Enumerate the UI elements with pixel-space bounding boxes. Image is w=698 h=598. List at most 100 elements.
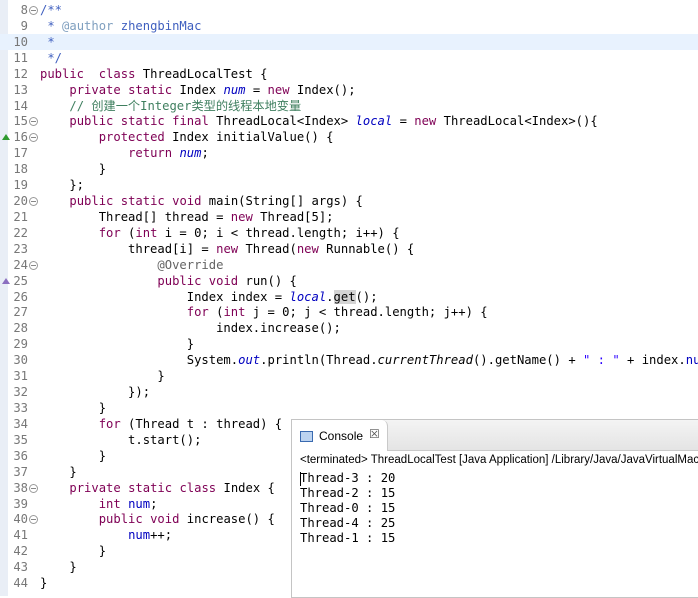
code-token: int bbox=[223, 305, 246, 320]
code-line[interactable]: 16 protected Index initialValue() { bbox=[0, 129, 698, 145]
code-text: * @author zhengbinMac bbox=[40, 18, 201, 34]
line-number: 20 bbox=[13, 194, 28, 209]
code-line[interactable]: 18 } bbox=[0, 161, 698, 177]
fold-toggle-icon[interactable] bbox=[29, 515, 38, 525]
code-line[interactable]: 22 for (int i = 0; i < thread.length; i+… bbox=[0, 225, 698, 241]
fold-toggle-icon[interactable] bbox=[29, 260, 38, 270]
code-text: Thread[] thread = new Thread[5]; bbox=[40, 209, 334, 225]
code-token: public bbox=[40, 66, 85, 81]
code-line[interactable]: 28 index.increase(); bbox=[0, 320, 698, 336]
code-token: t.start(); bbox=[40, 432, 202, 447]
code-token: .println(Thread. bbox=[260, 353, 378, 368]
code-token: void bbox=[150, 512, 180, 527]
code-line[interactable]: 27 for (int j = 0; j < thread.length; j+… bbox=[0, 304, 698, 320]
code-line[interactable]: 21 Thread[] thread = new Thread[5]; bbox=[0, 209, 698, 225]
code-token: for bbox=[186, 305, 209, 320]
fold-toggle-icon[interactable] bbox=[29, 133, 38, 143]
code-text: // 创建一个Integer类型的线程本地变量 bbox=[40, 98, 301, 114]
code-token: private bbox=[69, 480, 121, 495]
code-line[interactable]: 26 Index index = local.get(); bbox=[0, 289, 698, 305]
line-number: 22 bbox=[13, 225, 28, 240]
code-text: private static class Index { bbox=[40, 480, 274, 496]
code-line[interactable]: 31 } bbox=[0, 368, 698, 384]
code-line[interactable]: 25 public void run() { bbox=[0, 273, 698, 289]
console-view[interactable]: Console ☒ <terminated> ThreadLocalTest [… bbox=[291, 419, 698, 598]
code-token: new bbox=[230, 209, 253, 224]
fold-toggle-icon[interactable] bbox=[29, 117, 38, 127]
code-line[interactable]: 15 public static final ThreadLocal<Index… bbox=[0, 113, 698, 129]
code-line[interactable]: 23 thread[i] = new Thread(new Runnable()… bbox=[0, 241, 698, 257]
code-line[interactable]: 29 } bbox=[0, 336, 698, 352]
code-line[interactable]: 17 return num; bbox=[0, 145, 698, 161]
code-line[interactable]: 14 // 创建一个Integer类型的线程本地变量 bbox=[0, 98, 698, 114]
code-line[interactable]: 24 @Override bbox=[0, 257, 698, 273]
line-number: 40 bbox=[13, 512, 28, 527]
close-icon[interactable]: ☒ bbox=[369, 427, 380, 441]
code-text: } bbox=[40, 368, 165, 384]
line-number: 24 bbox=[13, 257, 28, 272]
code-token: zhengbinMac bbox=[113, 18, 202, 33]
line-number: 28 bbox=[13, 321, 28, 336]
code-text: } bbox=[40, 336, 194, 352]
code-text: }; bbox=[40, 177, 84, 193]
code-token: public bbox=[69, 114, 114, 129]
code-text: /** bbox=[40, 2, 62, 18]
code-text: private static Index num = new Index(); bbox=[40, 82, 355, 98]
console-output-line: Thread-2 : 15 bbox=[300, 486, 396, 500]
line-number: 17 bbox=[13, 146, 28, 161]
code-token: for bbox=[98, 225, 121, 240]
tab-console[interactable]: Console ☒ bbox=[292, 420, 388, 451]
code-text: */ bbox=[40, 50, 62, 66]
code-token: num bbox=[179, 146, 202, 161]
code-text: * bbox=[40, 34, 54, 50]
code-line[interactable]: 13 private static Index num = new Index(… bbox=[0, 82, 698, 98]
code-line[interactable]: 8 /** bbox=[0, 2, 698, 18]
fold-toggle-icon[interactable] bbox=[29, 6, 38, 15]
code-line[interactable]: 12 public class ThreadLocalTest { bbox=[0, 66, 698, 82]
code-line[interactable]: 10 * bbox=[0, 33, 698, 50]
code-token: num bbox=[128, 528, 151, 543]
implement-marker-icon[interactable] bbox=[2, 277, 10, 284]
console-output[interactable]: Thread-3 : 20 Thread-2 : 15 Thread-0 : 15 T… bbox=[300, 471, 395, 546]
line-number: 12 bbox=[13, 66, 28, 81]
code-line[interactable]: 9 * @author zhengbinMac bbox=[0, 18, 698, 34]
code-token: ( bbox=[120, 225, 136, 240]
code-line[interactable]: 33 } bbox=[0, 400, 698, 416]
code-token: = bbox=[245, 82, 268, 97]
code-line[interactable]: 30 System.out.println(Thread.currentThre… bbox=[0, 352, 698, 368]
console-tab-bar: Console ☒ bbox=[292, 420, 698, 451]
code-token: } bbox=[40, 448, 107, 463]
line-number: 31 bbox=[13, 369, 28, 384]
code-text: public void run() { bbox=[40, 273, 296, 289]
code-line[interactable]: 20 public static void main(String[] args… bbox=[0, 193, 698, 209]
line-number: 33 bbox=[13, 401, 28, 415]
code-token: num bbox=[223, 82, 246, 97]
code-token: } bbox=[40, 337, 195, 352]
code-token: main(String[] args) { bbox=[201, 194, 363, 209]
code-token: new bbox=[414, 114, 437, 129]
code-token: new bbox=[216, 241, 239, 256]
code-text: index.increase(); bbox=[40, 320, 341, 336]
code-token: out bbox=[238, 353, 261, 368]
override-marker-icon[interactable] bbox=[2, 134, 10, 141]
code-token: } bbox=[40, 369, 165, 384]
code-token: thread[i] = bbox=[40, 241, 217, 256]
code-token: private bbox=[69, 82, 121, 97]
code-line[interactable]: 19 }; bbox=[0, 177, 698, 193]
line-number: 26 bbox=[13, 289, 28, 304]
code-line[interactable]: 11 */ bbox=[0, 50, 698, 66]
fold-toggle-icon[interactable] bbox=[29, 483, 38, 493]
line-number: 43 bbox=[13, 560, 28, 575]
line-number: 23 bbox=[13, 241, 28, 256]
code-line[interactable]: 32 }); bbox=[0, 384, 698, 400]
fold-toggle-icon[interactable] bbox=[29, 197, 38, 207]
code-token: */ bbox=[40, 50, 63, 65]
code-token: ThreadLocal<Index> bbox=[208, 114, 356, 129]
console-output-line: Thread-3 : 20 bbox=[300, 471, 396, 485]
